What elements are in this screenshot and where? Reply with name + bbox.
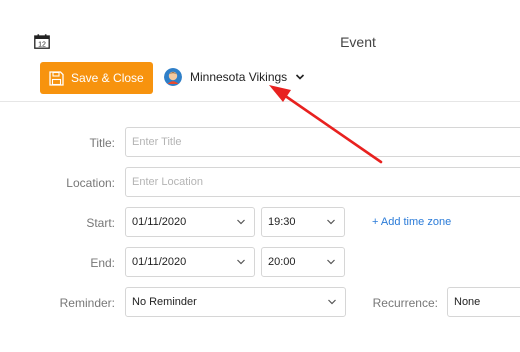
title-field[interactable] xyxy=(125,127,520,157)
avatar xyxy=(164,68,182,86)
end-date-select[interactable]: 01/11/2020 xyxy=(125,247,255,277)
toolbar: Save & Close Minnesota Vikings xyxy=(0,60,520,102)
save-close-label: Save & Close xyxy=(71,71,144,85)
add-time-zone-link[interactable]: + Add time zone xyxy=(372,216,451,228)
end-time-value: 20:00 xyxy=(268,256,296,268)
location-input[interactable] xyxy=(126,168,520,196)
location-label: Location: xyxy=(66,176,115,190)
chevron-down-icon xyxy=(327,219,335,225)
start-label: Start: xyxy=(86,216,115,230)
account-name: Minnesota Vikings xyxy=(190,70,288,84)
chevron-down-icon xyxy=(237,219,245,225)
recurrence-value: None xyxy=(454,296,481,308)
chevron-down-icon xyxy=(328,299,336,305)
location-field[interactable] xyxy=(125,167,520,197)
account-selector[interactable]: Minnesota Vikings xyxy=(164,68,305,86)
end-time-select[interactable]: 20:00 xyxy=(261,247,345,277)
chevron-down-icon xyxy=(237,259,245,265)
recurrence-label: Recurrence: xyxy=(372,296,438,310)
reminder-value: No Reminder xyxy=(132,296,197,308)
recurrence-select[interactable]: None xyxy=(447,287,520,317)
start-date-select[interactable]: 01/11/2020 xyxy=(125,207,255,237)
title-input[interactable] xyxy=(126,128,520,156)
save-icon xyxy=(49,70,64,86)
reminder-label: Reminder: xyxy=(59,296,115,310)
chevron-down-icon xyxy=(296,74,305,80)
window-title: Event xyxy=(340,34,376,50)
end-date-value: 01/11/2020 xyxy=(132,256,187,268)
chevron-down-icon xyxy=(327,259,335,265)
end-label: End: xyxy=(90,256,115,270)
save-close-button[interactable]: Save & Close xyxy=(40,62,153,94)
title-label: Title: xyxy=(89,136,115,150)
reminder-select[interactable]: No Reminder xyxy=(125,287,346,317)
start-time-select[interactable]: 19:30 xyxy=(261,207,345,237)
start-time-value: 19:30 xyxy=(268,216,296,228)
start-date-value: 01/11/2020 xyxy=(132,216,187,228)
